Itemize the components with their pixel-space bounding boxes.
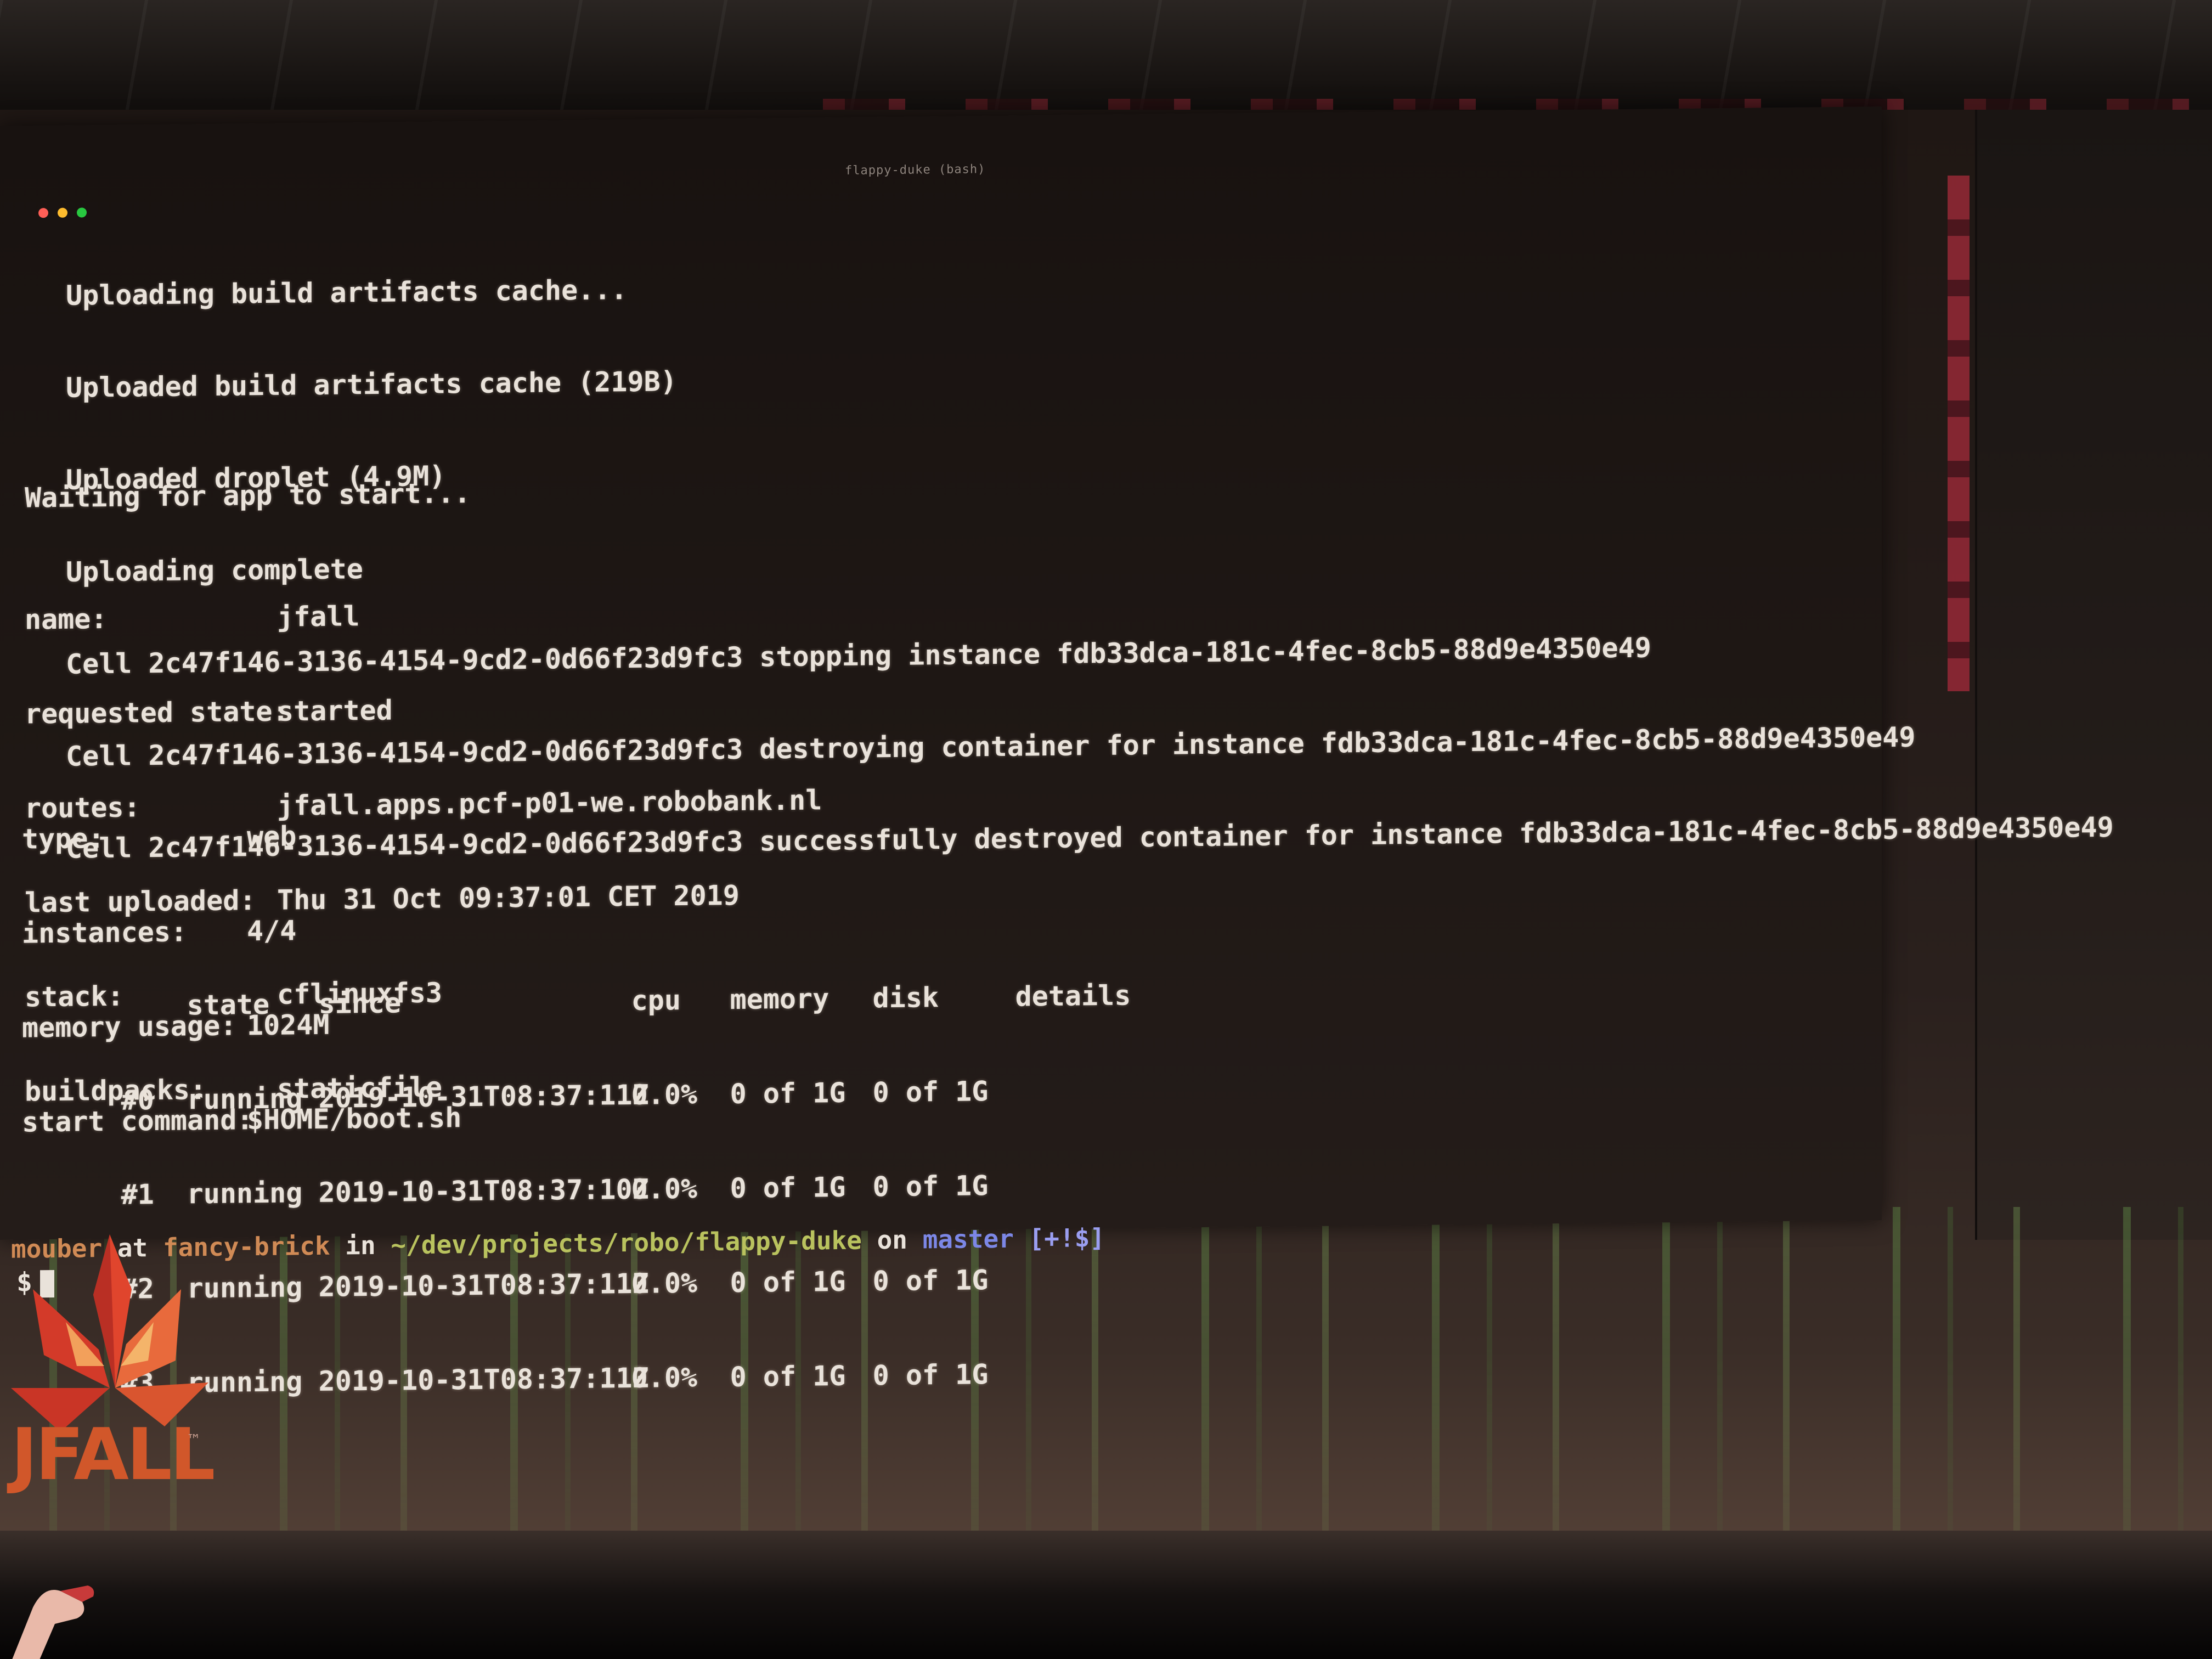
table-cell: #1 <box>121 1178 154 1211</box>
app-name-value: jfall <box>277 600 360 633</box>
table-cell: 0 of 1G <box>872 1358 989 1392</box>
column-header: memory <box>730 983 830 1016</box>
table-cell: 2019-10-31T08:37:11Z <box>318 1267 649 1303</box>
column-header: details <box>1015 979 1131 1013</box>
prompt-branch: master <box>922 1223 1014 1255</box>
table-cell: 2019-10-31T08:37:11Z <box>318 1079 649 1114</box>
table-row: #0 running 2019-10-31T08:37:11Z0.0% 0 of 1G… <box>22 1044 1125 1116</box>
prompt-in: in <box>330 1230 391 1261</box>
table-cell: 0 of 1G <box>872 1170 989 1203</box>
table-cell: 0.0% <box>631 1078 698 1111</box>
table-cell: 0.0% <box>631 1361 698 1394</box>
table-cell <box>1015 1099 1125 1101</box>
table-cell <box>1015 1194 1125 1195</box>
prompt-path: ~/dev/projects/robo/flappy-duke <box>391 1225 862 1260</box>
table-cell: 0 of 1G <box>730 1171 846 1205</box>
log-line: Uploading build artifacts cache... <box>66 274 628 312</box>
table-row: #1 running 2019-10-31T08:37:10Z0.0% 0 of 1G… <box>22 1138 1125 1211</box>
app-name-row: name: jfall <box>25 596 822 637</box>
terminal-window[interactable]: flappy-duke (bash) Uploading build artif… <box>0 106 2114 1400</box>
field-label: name: <box>25 602 108 636</box>
prompt-git-status: [+!$] <box>1013 1222 1105 1254</box>
column-header: cpu <box>631 984 681 1017</box>
requested-state-value: started <box>277 694 393 727</box>
table-cell: running <box>187 1082 303 1116</box>
window-title: flappy-duke (bash) <box>845 162 986 178</box>
column-header: state <box>187 988 270 1022</box>
column-header: disk <box>872 981 939 1014</box>
field-label: requested state: <box>25 695 289 730</box>
maximize-icon[interactable] <box>77 207 87 218</box>
table-cell: running <box>187 1177 303 1210</box>
minimize-icon[interactable] <box>58 207 67 218</box>
table-cell <box>1015 1288 1125 1289</box>
prompt-on: on <box>861 1224 923 1255</box>
table-cell: 0 of 1G <box>872 1264 989 1297</box>
requested-state-row: requested state:started <box>25 690 822 731</box>
table-cell <box>1015 1383 1125 1384</box>
close-icon[interactable] <box>38 208 48 218</box>
table-cell: 2019-10-31T08:37:11Z <box>318 1362 649 1397</box>
table-cell: 2019-10-31T08:37:10Z <box>318 1173 649 1209</box>
log-line: Uploaded build artifacts cache (219B) <box>66 365 677 404</box>
table-cell: 0 of 1G <box>730 1076 846 1110</box>
type-value: web <box>247 820 297 853</box>
table-cell: 0.0% <box>631 1172 698 1205</box>
waiting-message: Waiting for app to start... <box>25 477 471 514</box>
jfall-logo-text: JFALL <box>11 1413 216 1496</box>
field-label: type: <box>22 822 105 855</box>
trademark-mark: ™ <box>187 1432 201 1448</box>
table-header: state since cpu memory disk details <box>22 950 1131 1021</box>
column-header: since <box>318 987 402 1020</box>
table-cell: 0 of 1G <box>872 1075 989 1109</box>
table-cell: #0 <box>121 1084 154 1116</box>
type-row: type: web <box>22 819 461 856</box>
audience-hand <box>12 1585 94 1659</box>
column-header <box>121 1014 187 1015</box>
hand-shape <box>12 1590 84 1659</box>
table-cell: 0.0% <box>631 1267 698 1300</box>
stage-floor <box>0 1531 2212 1659</box>
table-cell: 0 of 1G <box>730 1265 846 1299</box>
table-cell: 0 of 1G <box>730 1359 846 1393</box>
